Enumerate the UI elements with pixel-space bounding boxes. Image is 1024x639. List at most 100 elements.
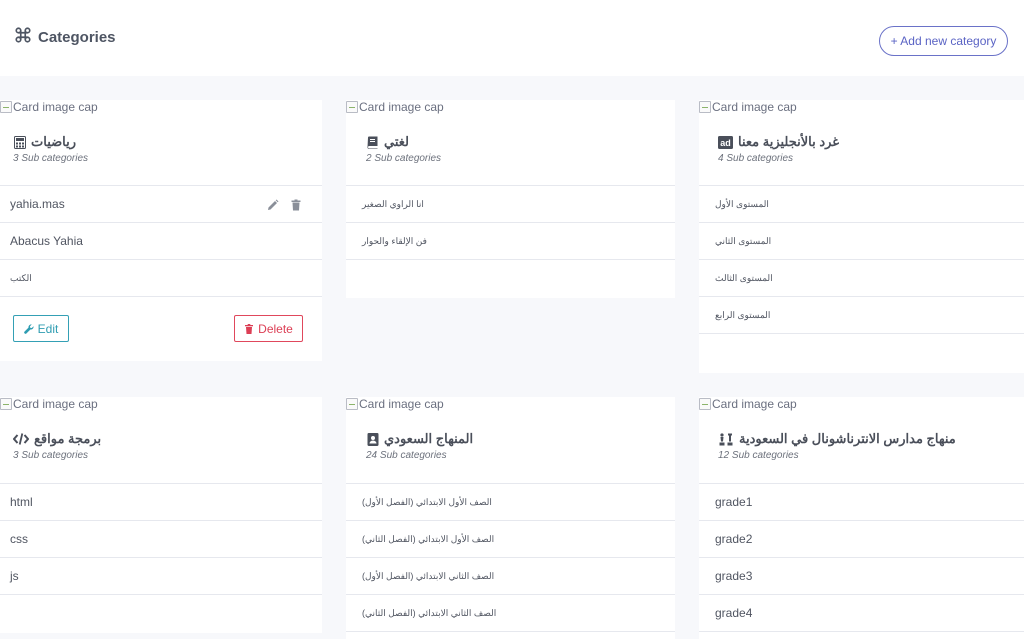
sub-category-count: 2 Sub categories bbox=[366, 153, 442, 164]
sub-category-list: الصف الأول الابتدائي (الفصل الأول) الصف … bbox=[346, 483, 675, 632]
card-image: Card image cap bbox=[699, 397, 797, 411]
trash-icon bbox=[245, 323, 254, 334]
card-image-alt: Card image cap bbox=[712, 100, 797, 114]
sub-category-name: فن الإلقاء والحوار bbox=[362, 235, 427, 246]
card-header: ad غرد بالأنجليزية معنا 4 Sub categories bbox=[718, 134, 1014, 164]
svg-text:ad: ad bbox=[720, 138, 731, 148]
sub-category-list: yahia.mas Abacus Yahia الكتب bbox=[0, 185, 322, 297]
category-name: منهاج مدارس الانترناشونال في السعودية bbox=[739, 431, 956, 446]
list-item[interactable]: grade4 bbox=[699, 595, 1024, 632]
wrench-icon bbox=[23, 323, 34, 334]
category-card: Card image cap منهاج مدارس الانترناشونال… bbox=[699, 397, 1024, 639]
category-name: المنهاج السعودي bbox=[384, 431, 474, 446]
sub-category-name: js bbox=[10, 569, 19, 583]
sub-category-name: الصف الثاني الابتدائي (الفصل الأول) bbox=[362, 570, 495, 581]
address-book-icon bbox=[366, 432, 379, 446]
card-header: برمجة مواقع 3 Sub categories bbox=[13, 431, 312, 461]
edit-button[interactable]: Edit bbox=[13, 315, 69, 342]
card-image-alt: Card image cap bbox=[712, 397, 797, 411]
page-header: Categories + Add new category bbox=[0, 0, 1024, 76]
category-card: Card image cap المنهاج السعودي 24 Sub ca… bbox=[346, 397, 675, 639]
sub-category-list: المستوى الأول المستوى الثاني المستوى الث… bbox=[699, 185, 1024, 334]
edit-label: Edit bbox=[37, 321, 59, 336]
list-item[interactable]: html bbox=[0, 484, 322, 521]
sub-category-count: 3 Sub categories bbox=[13, 450, 89, 461]
card-header: لغتي 2 Sub categories bbox=[366, 134, 665, 164]
sub-category-list: grade1 grade2 grade3 grade4 bbox=[699, 483, 1024, 632]
sub-category-name: المستوى الثاني bbox=[715, 235, 772, 246]
category-name: غرد بالأنجليزية معنا bbox=[738, 134, 840, 149]
list-item[interactable]: الصف الأول الابتدائي (الفصل الثاني) bbox=[346, 521, 675, 558]
list-item[interactable]: grade3 bbox=[699, 558, 1024, 595]
calculator-icon bbox=[13, 135, 26, 149]
card-header: المنهاج السعودي 24 Sub categories bbox=[366, 431, 665, 461]
ad-icon: ad bbox=[718, 135, 733, 149]
sub-category-count: 4 Sub categories bbox=[718, 153, 794, 164]
list-item[interactable]: الصف الثاني الابتدائي (الفصل الأول) bbox=[346, 558, 675, 595]
list-item[interactable]: grade2 bbox=[699, 521, 1024, 558]
row-actions bbox=[267, 199, 302, 214]
card-image-alt: Card image cap bbox=[13, 397, 98, 411]
list-item[interactable]: css bbox=[0, 521, 322, 558]
list-item[interactable]: yahia.mas bbox=[0, 186, 322, 223]
delete-label: Delete bbox=[258, 321, 293, 336]
sub-category-count: 3 Sub categories bbox=[13, 153, 89, 164]
card-image: Card image cap bbox=[0, 397, 98, 411]
list-item[interactable]: الصف الأول الابتدائي (الفصل الأول) bbox=[346, 484, 675, 521]
delete-button[interactable]: Delete bbox=[234, 315, 303, 342]
card-header: رياضيات 3 Sub categories bbox=[13, 134, 312, 164]
sub-category-name: css bbox=[10, 532, 28, 546]
sub-category-list: انا الراوي الصغير فن الإلقاء والحوار bbox=[346, 185, 675, 260]
book-icon bbox=[366, 136, 379, 149]
sub-category-name: انا الراوي الصغير bbox=[362, 198, 424, 209]
list-item[interactable]: المستوى الرابع bbox=[699, 297, 1024, 334]
code-icon bbox=[13, 433, 29, 446]
pencil-icon[interactable] bbox=[267, 199, 279, 214]
category-name: برمجة مواقع bbox=[34, 431, 102, 446]
sub-category-count: 12 Sub categories bbox=[718, 450, 799, 461]
card-image-alt: Card image cap bbox=[13, 100, 98, 114]
category-card: Card image cap برمجة مواقع 3 Sub categor… bbox=[0, 397, 322, 633]
sub-category-name: grade3 bbox=[715, 569, 753, 583]
sub-category-name: الصف الثاني الابتدائي (الفصل الثاني) bbox=[362, 607, 497, 618]
sub-category-name: html bbox=[10, 495, 33, 509]
trash-icon[interactable] bbox=[290, 199, 302, 214]
list-item[interactable]: المستوى الأول bbox=[699, 186, 1024, 223]
list-item[interactable]: انا الراوي الصغير bbox=[346, 186, 675, 223]
title-wrap: Categories bbox=[14, 26, 116, 49]
card-image: Card image cap bbox=[0, 100, 98, 114]
sub-category-name: grade1 bbox=[715, 495, 753, 509]
sub-category-name: الكتب bbox=[10, 272, 32, 283]
broken-image-icon bbox=[699, 101, 711, 113]
card-image: Card image cap bbox=[699, 100, 797, 114]
category-name: لغتي bbox=[384, 134, 409, 149]
broken-image-icon bbox=[699, 398, 711, 410]
list-item[interactable]: Abacus Yahia bbox=[0, 223, 322, 260]
sub-category-name: grade4 bbox=[715, 606, 753, 620]
sub-category-name: المستوى الثالث bbox=[715, 272, 773, 283]
list-item[interactable]: فن الإلقاء والحوار bbox=[346, 223, 675, 260]
card-image-alt: Card image cap bbox=[359, 397, 444, 411]
sub-category-count: 24 Sub categories bbox=[366, 450, 447, 461]
sub-category-name: الصف الأول الابتدائي (الفصل الأول) bbox=[362, 496, 492, 507]
sub-category-name: الصف الأول الابتدائي (الفصل الثاني) bbox=[362, 533, 495, 544]
card-image: Card image cap bbox=[346, 100, 444, 114]
list-item[interactable]: grade1 bbox=[699, 484, 1024, 521]
list-item[interactable]: المستوى الثاني bbox=[699, 223, 1024, 260]
command-icon bbox=[14, 26, 32, 49]
page-title: Categories bbox=[38, 29, 116, 46]
card-header: منهاج مدارس الانترناشونال في السعودية 12… bbox=[718, 431, 1014, 461]
list-item[interactable]: js bbox=[0, 558, 322, 595]
list-item[interactable]: الصف الثاني الابتدائي (الفصل الثاني) bbox=[346, 595, 675, 632]
broken-image-icon bbox=[346, 101, 358, 113]
sub-category-name: المستوى الأول bbox=[715, 198, 769, 209]
list-item[interactable]: الكتب bbox=[0, 260, 322, 297]
sub-category-list: html css js bbox=[0, 483, 322, 595]
category-card: Card image cap رياضيات 3 Sub categories … bbox=[0, 100, 322, 361]
add-category-button[interactable]: + Add new category bbox=[879, 26, 1008, 56]
sub-category-name: grade2 bbox=[715, 532, 753, 546]
category-card: Card image cap لغتي 2 Sub categories انا… bbox=[346, 100, 675, 298]
category-name: رياضيات bbox=[31, 134, 77, 149]
list-item[interactable]: المستوى الثالث bbox=[699, 260, 1024, 297]
card-image-alt: Card image cap bbox=[359, 100, 444, 114]
